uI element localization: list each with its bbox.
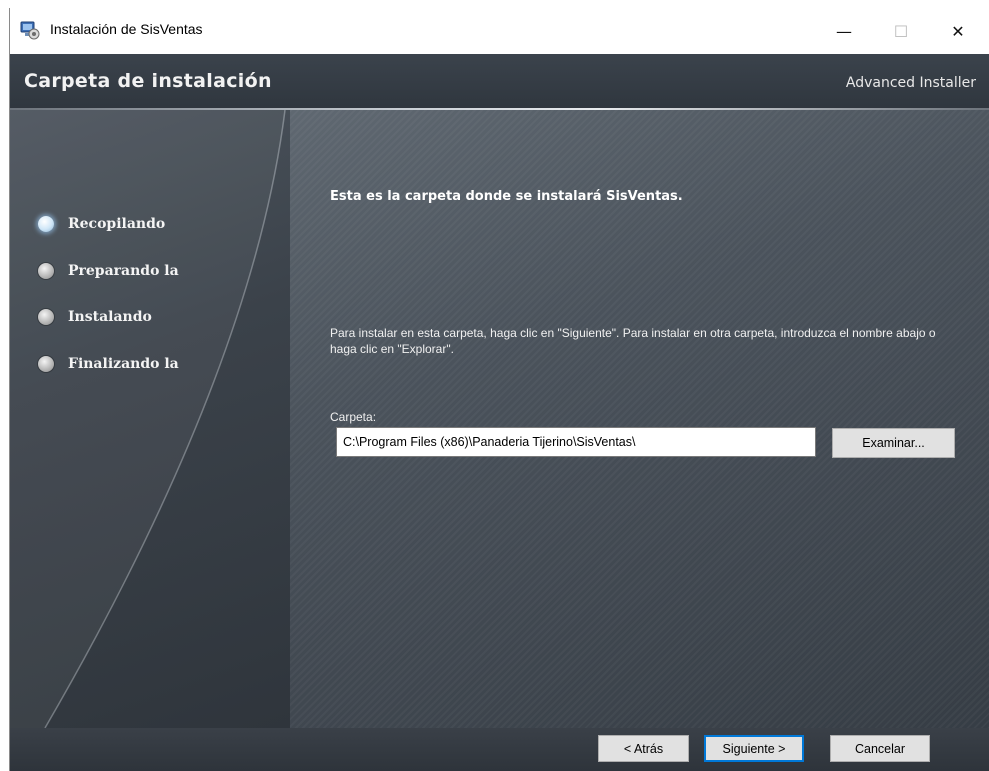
page-header: Carpeta de instalación Advanced Installe… bbox=[10, 54, 989, 110]
next-button[interactable]: Siguiente > bbox=[704, 735, 804, 762]
main-heading: Esta es la carpeta donde se instalará Si… bbox=[330, 189, 683, 204]
installer-icon bbox=[20, 20, 40, 40]
instruction-text: Para instalar en esta carpeta, haga clic… bbox=[330, 326, 936, 356]
step-bullet-icon bbox=[38, 263, 54, 279]
step-instalando: Instalando bbox=[38, 306, 152, 328]
background-edge bbox=[0, 0, 9, 771]
step-bullet-icon bbox=[38, 356, 54, 372]
footer-bar: < Atrás Siguiente > Cancelar bbox=[10, 728, 989, 771]
step-label: Instalando bbox=[68, 309, 152, 325]
installer-window: Instalación de SisVentas — ☐ ✕ Carpeta d… bbox=[9, 8, 989, 771]
browse-button[interactable]: Examinar... bbox=[832, 428, 955, 458]
step-recopilando: Recopilando bbox=[38, 213, 165, 235]
back-button[interactable]: < Atrás bbox=[598, 735, 689, 762]
step-label: Recopilando bbox=[68, 216, 166, 232]
brand-label: Advanced Installer bbox=[845, 75, 976, 91]
minimize-button[interactable]: — bbox=[821, 8, 867, 54]
close-button[interactable]: ✕ bbox=[935, 8, 981, 54]
title-bar[interactable]: Instalación de SisVentas — ☐ ✕ bbox=[10, 8, 989, 54]
cancel-button[interactable]: Cancelar bbox=[830, 735, 930, 762]
sidebar-decoration bbox=[10, 110, 286, 728]
main-panel: Esta es la carpeta donde se instalará Si… bbox=[290, 110, 989, 728]
window-title: Instalación de SisVentas bbox=[50, 21, 203, 37]
folder-path-input[interactable] bbox=[336, 427, 816, 457]
step-label: Finalizando la bbox=[68, 356, 179, 372]
step-preparando: Preparando la bbox=[38, 260, 179, 282]
step-bullet-icon bbox=[38, 309, 54, 325]
page-title: Carpeta de instalación bbox=[24, 70, 272, 92]
step-label: Preparando la bbox=[68, 263, 179, 279]
folder-label: Carpeta: bbox=[330, 410, 377, 424]
step-finalizando: Finalizando la bbox=[38, 353, 179, 375]
step-active-bullet-icon bbox=[38, 216, 54, 232]
maximize-button[interactable]: ☐ bbox=[878, 8, 924, 54]
steps-sidebar: Recopilando Preparando la Instalando Fin… bbox=[10, 110, 290, 728]
